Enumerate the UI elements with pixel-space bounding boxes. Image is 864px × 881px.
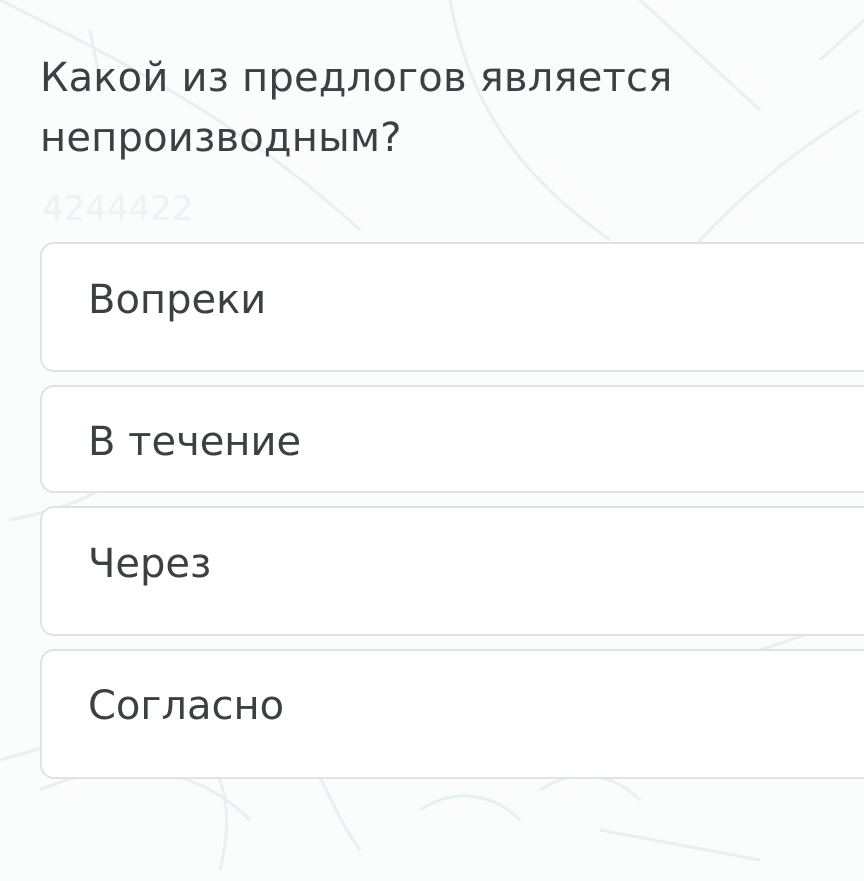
answer-option-v-techenie[interactable]: В течение [40, 385, 864, 493]
answer-option-label: В течение [88, 419, 302, 465]
question-text: Какой из предлогов является непроизводны… [40, 55, 673, 161]
answer-option-vopreki[interactable]: Вопреки [40, 242, 864, 372]
answer-option-cherez[interactable]: Через [40, 506, 864, 636]
answer-option-soglasno[interactable]: Согласно [40, 649, 864, 779]
answer-option-label: Согласно [88, 683, 285, 729]
answer-option-label: Вопреки [88, 277, 267, 323]
answer-option-label: Через [88, 541, 212, 587]
background-number: 4244422 [42, 189, 193, 229]
